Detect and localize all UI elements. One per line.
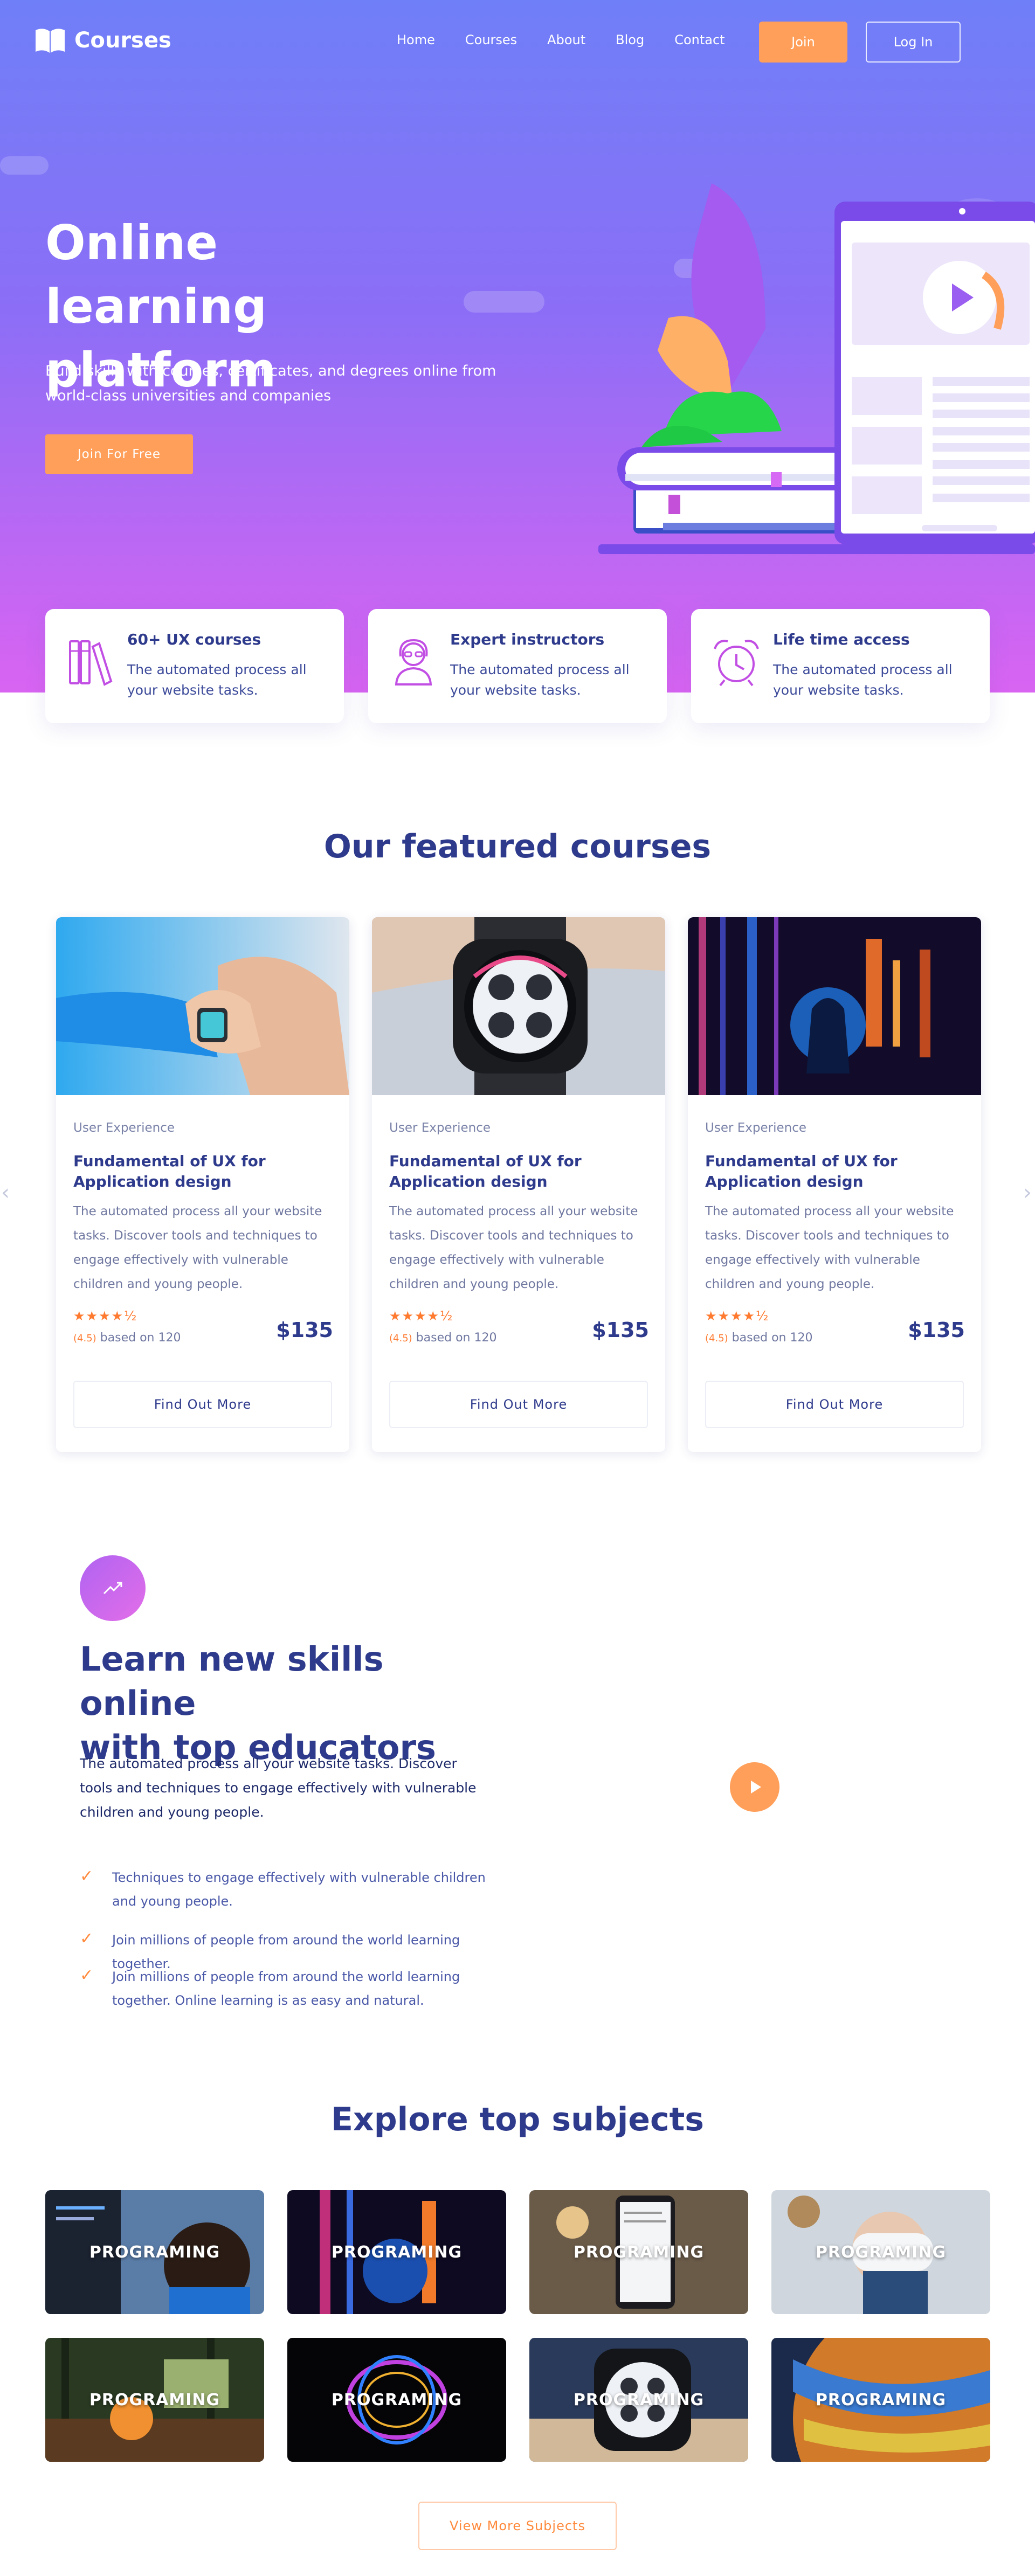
course-price: $135 xyxy=(908,1318,965,1342)
feature-description: The automated process all your website t… xyxy=(450,662,630,698)
hero-title-line: Online learning xyxy=(45,215,267,334)
rating-stars: ★★★★½ xyxy=(389,1308,454,1324)
course-description: The automated process all your website t… xyxy=(705,1204,954,1291)
subject-label: PROGRAMING xyxy=(89,2390,220,2409)
nav-link-blog[interactable]: Blog xyxy=(616,32,644,47)
subject-tile[interactable]: PROGRAMING xyxy=(529,2338,748,2462)
rating-summary: (4.5) based on 120 xyxy=(389,1331,496,1345)
cloud-decoration xyxy=(0,156,49,175)
learn-description: The automated process all your website t… xyxy=(80,1756,477,1820)
carousel-prev-arrow[interactable]: ‹ xyxy=(1,1180,10,1205)
subject-tile[interactable]: PROGRAMING xyxy=(529,2190,748,2314)
subject-label: PROGRAMING xyxy=(815,2242,947,2262)
top-navbar: Courses Home Courses About Blog Contact … xyxy=(0,22,1035,65)
rating-value: (4.5) xyxy=(705,1333,728,1344)
course-title[interactable]: Fundamental of UX for Application design xyxy=(389,1151,637,1192)
find-out-more-button[interactable]: Find Out More xyxy=(73,1381,332,1428)
play-video-button[interactable] xyxy=(730,1762,779,1812)
instructor-icon xyxy=(395,639,432,685)
course-thumbnail xyxy=(688,917,981,1095)
nav-link-about[interactable]: About xyxy=(547,32,585,47)
subject-tile[interactable]: PROGRAMING xyxy=(45,2190,264,2314)
check-icon: ✓ xyxy=(80,1966,94,1985)
page: Courses Home Courses About Blog Contact … xyxy=(0,0,1035,2576)
learn-title: Learn new skills online with top educato… xyxy=(80,1637,489,1770)
rating-summary: (4.5) based on 120 xyxy=(705,1331,812,1345)
logo-text: Courses xyxy=(74,28,171,53)
main-menu: Home Courses About Blog Contact xyxy=(397,32,725,47)
course-thumbnail xyxy=(56,917,349,1095)
nav-link-home[interactable]: Home xyxy=(397,32,435,47)
feature-card: 60+ UX courses The automated process all… xyxy=(45,609,344,723)
carousel-next-arrow[interactable]: › xyxy=(1023,1180,1032,1205)
rating-stars: ★★★★½ xyxy=(705,1308,770,1324)
course-title[interactable]: Fundamental of UX for Application design xyxy=(705,1151,953,1192)
feature-title: Expert instructors xyxy=(450,631,605,648)
checklist-text: Join millions of people from around the … xyxy=(112,1969,460,2008)
subject-label: PROGRAMING xyxy=(89,2242,220,2262)
subject-tile[interactable]: PROGRAMING xyxy=(45,2338,264,2462)
rating-stars: ★★★★½ xyxy=(73,1308,138,1324)
explore-subjects-title: Explore top subjects xyxy=(331,2101,704,2138)
rating-summary: (4.5) based on 120 xyxy=(73,1331,181,1345)
course-category: User Experience xyxy=(705,1121,806,1135)
rating-count: based on 120 xyxy=(412,1331,497,1345)
rating-value: (4.5) xyxy=(389,1333,412,1344)
course-description: The automated process all your website t… xyxy=(389,1204,638,1291)
nav-link-courses[interactable]: Courses xyxy=(465,32,517,47)
logo[interactable]: Courses xyxy=(34,27,171,54)
feature-card: Expert instructors The automated process… xyxy=(368,609,667,723)
hero-subtitle: Build skills with courses, certificates,… xyxy=(45,363,496,404)
trend-icon-badge xyxy=(80,1555,146,1621)
subject-label: PROGRAMING xyxy=(573,2242,705,2262)
login-button[interactable]: Log In xyxy=(866,22,961,63)
books-icon xyxy=(69,640,113,686)
course-category: User Experience xyxy=(389,1121,491,1135)
checklist-text: Techniques to engage effectively with vu… xyxy=(112,1870,486,1909)
join-for-free-button[interactable]: Join For Free xyxy=(45,434,193,474)
subject-label: PROGRAMING xyxy=(331,2242,463,2262)
find-out-more-button[interactable]: Find Out More xyxy=(705,1381,964,1428)
feature-title: 60+ UX courses xyxy=(127,631,261,648)
course-price: $135 xyxy=(276,1318,333,1342)
alarm-clock-icon xyxy=(714,640,759,687)
featured-courses-title: Our featured courses xyxy=(323,828,712,865)
check-icon: ✓ xyxy=(80,1867,94,1886)
trending-up-icon xyxy=(103,1582,122,1595)
subject-tile[interactable]: PROGRAMING xyxy=(287,2190,506,2314)
nav-link-contact[interactable]: Contact xyxy=(674,32,724,47)
subject-label: PROGRAMING xyxy=(573,2390,705,2409)
rating-value: (4.5) xyxy=(73,1333,96,1344)
book-icon xyxy=(36,29,65,53)
play-icon xyxy=(751,1781,761,1793)
feature-description: The automated process all your website t… xyxy=(127,662,307,698)
subject-label: PROGRAMING xyxy=(815,2390,947,2409)
feature-title: Life time access xyxy=(773,631,910,648)
course-description: The automated process all your website t… xyxy=(73,1204,322,1291)
rating-count: based on 120 xyxy=(728,1331,813,1345)
subject-label: PROGRAMING xyxy=(331,2390,463,2409)
rating-count: based on 120 xyxy=(96,1331,181,1345)
course-category: User Experience xyxy=(73,1121,175,1135)
subject-tile[interactable]: PROGRAMING xyxy=(771,2338,990,2462)
cloud-decoration xyxy=(464,291,544,313)
course-price: $135 xyxy=(592,1318,649,1342)
feature-description: The automated process all your website t… xyxy=(773,662,953,698)
checklist-item: ✓ Techniques to engage effectively with … xyxy=(80,1866,511,1913)
join-button[interactable]: Join xyxy=(759,22,847,63)
course-card[interactable]: User Experience Fundamental of UX for Ap… xyxy=(56,917,349,1452)
course-card[interactable]: User Experience Fundamental of UX for Ap… xyxy=(688,917,981,1452)
course-thumbnail xyxy=(372,917,665,1095)
view-more-subjects-button[interactable]: View More Subjects xyxy=(418,2502,617,2550)
subject-tile[interactable]: PROGRAMING xyxy=(287,2338,506,2462)
hero-section: Courses Home Courses About Blog Contact … xyxy=(0,0,1035,693)
find-out-more-button[interactable]: Find Out More xyxy=(389,1381,648,1428)
course-title[interactable]: Fundamental of UX for Application design xyxy=(73,1151,321,1192)
subject-tile[interactable]: PROGRAMING xyxy=(771,2190,990,2314)
course-card[interactable]: User Experience Fundamental of UX for Ap… xyxy=(372,917,665,1452)
learn-title-line: Learn new skills online xyxy=(80,1639,384,1723)
learning-illustration xyxy=(598,183,1035,554)
feature-card: Life time access The automated process a… xyxy=(691,609,990,723)
checklist-item: ✓ Join millions of people from around th… xyxy=(80,1965,511,2012)
